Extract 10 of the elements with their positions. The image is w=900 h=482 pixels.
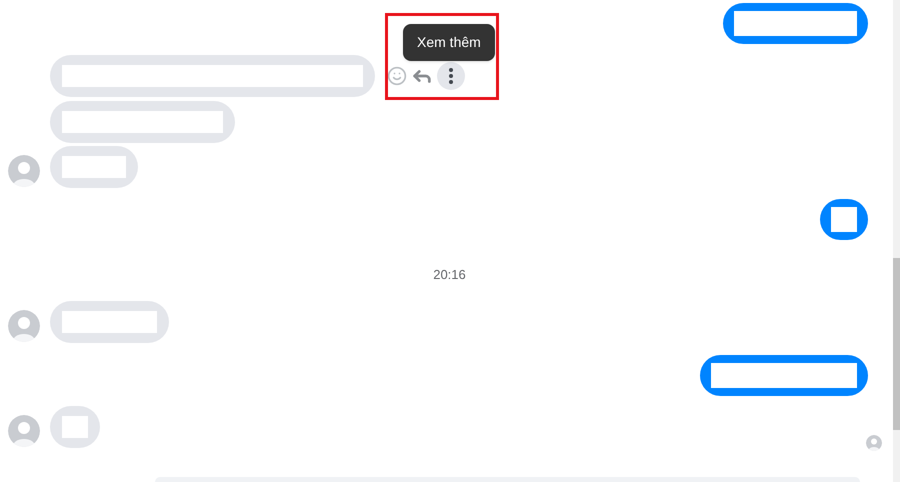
redaction-block <box>831 207 857 232</box>
more-icon <box>449 68 453 84</box>
scrollbar[interactable] <box>893 0 900 482</box>
redaction-block <box>62 156 126 178</box>
emoji-icon[interactable] <box>387 66 407 86</box>
redaction-block <box>62 416 88 438</box>
more-button[interactable] <box>437 62 465 90</box>
tooltip: Xem thêm <box>403 24 495 61</box>
scrollbar-thumb[interactable] <box>893 258 900 430</box>
timestamp: 20:16 <box>433 266 466 284</box>
